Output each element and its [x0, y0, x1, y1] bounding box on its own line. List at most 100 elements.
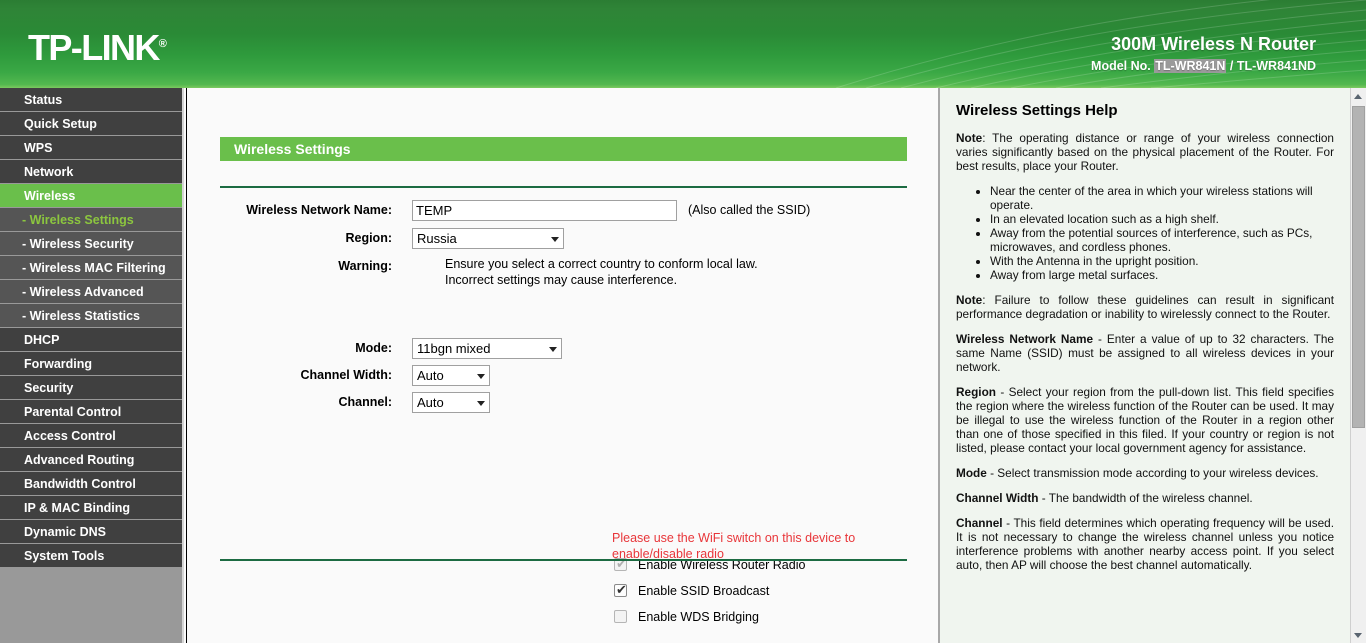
mode-select[interactable]: 11bgn mixed: [412, 338, 562, 359]
help-title: Wireless Settings Help: [956, 102, 1334, 119]
sidebar-item-quick-setup[interactable]: Quick Setup: [0, 112, 182, 136]
help-para-mode-text: - Select transmission mode according to …: [987, 466, 1319, 480]
registered-trademark-icon: ®: [159, 38, 167, 50]
model-suffix: / TL-WR841ND: [1226, 59, 1316, 73]
ssid-input[interactable]: [412, 200, 677, 221]
help-para-mode-term: Mode: [956, 466, 987, 480]
channel-width-select-value: Auto: [417, 368, 444, 383]
sidebar-item-wireless-statistics[interactable]: - Wireless Statistics: [0, 304, 182, 328]
channel-width-select-wrap: Auto: [412, 365, 490, 386]
sidebar-item-bandwidth-control[interactable]: Bandwidth Control: [0, 472, 182, 496]
page-scrollbar[interactable]: [1350, 88, 1366, 643]
sidebar-item-network[interactable]: Network: [0, 160, 182, 184]
help-note-1-label: Note: [956, 131, 982, 145]
main-content-panel: Wireless Settings Wireless Network Name:…: [186, 88, 936, 643]
help-para-channel-text: - This field determines which operating …: [956, 516, 1334, 572]
field-row-region: Region: Russia: [220, 228, 907, 250]
help-bullet-item: Away from large metal surfaces.: [990, 268, 1334, 282]
sidebar-item-forwarding[interactable]: Forwarding: [0, 352, 182, 376]
help-para-channel-term: Channel: [956, 516, 1003, 530]
sidebar-item-wireless-security[interactable]: - Wireless Security: [0, 232, 182, 256]
help-para-region: Region - Select your region from the pul…: [956, 385, 1334, 455]
chevron-down-icon: [551, 237, 559, 242]
mode-select-wrap: 11bgn mixed: [412, 338, 562, 359]
help-bullet-item: In an elevated location such as a high s…: [990, 212, 1334, 226]
sidebar-item-wireless-mac-filtering[interactable]: - Wireless MAC Filtering: [0, 256, 182, 280]
help-note-1: Note: The operating distance or range of…: [956, 131, 1334, 173]
channel-width-select[interactable]: Auto: [412, 365, 490, 386]
help-bullet-item: With the Antenna in the upright position…: [990, 254, 1334, 268]
region-select-wrap: Russia: [412, 228, 564, 249]
help-para-channel-width: Channel Width - The bandwidth of the wir…: [956, 491, 1334, 505]
ssid-input-wrap: [412, 200, 677, 221]
tp-link-logo: TP-LINK®: [28, 30, 167, 66]
warning-text-line1: Ensure you select a correct country to c…: [445, 256, 758, 272]
help-note-2-text: : Failure to follow these guidelines can…: [956, 293, 1334, 321]
help-note-1-text: : The operating distance or range of you…: [956, 131, 1334, 173]
scrollbar-thumb[interactable]: [1352, 106, 1365, 428]
sidebar-item-security[interactable]: Security: [0, 376, 182, 400]
help-note-2: Note: Failure to follow these guidelines…: [956, 293, 1334, 321]
model-prefix: Model No.: [1091, 59, 1151, 73]
help-para-channel-width-text: - The bandwidth of the wireless channel.: [1038, 491, 1252, 505]
logo-wordmark: TP-LINK: [28, 27, 159, 68]
sidebar-item-wireless-advanced[interactable]: - Wireless Advanced: [0, 280, 182, 304]
region-select[interactable]: Russia: [412, 228, 564, 249]
field-row-channel: Channel: Auto: [220, 392, 907, 414]
field-row-ssid: Wireless Network Name: (Also called the …: [220, 200, 907, 222]
chevron-down-icon: [477, 374, 485, 379]
help-para-channel: Channel - This field determines which op…: [956, 516, 1334, 572]
chevron-down-icon: [477, 401, 485, 406]
sidebar-item-parental-control[interactable]: Parental Control: [0, 400, 182, 424]
sidebar-item-wps[interactable]: WPS: [0, 136, 182, 160]
channel-select[interactable]: Auto: [412, 392, 490, 413]
sidebar-item-wireless-settings[interactable]: - Wireless Settings: [0, 208, 182, 232]
sidebar-item-ip-mac-binding[interactable]: IP & MAC Binding: [0, 496, 182, 520]
triangle-down-icon: [1354, 633, 1362, 638]
divider-top: [220, 186, 907, 188]
checkbox-label: Enable WDS Bridging: [638, 608, 759, 626]
sidebar-item-wireless[interactable]: Wireless: [0, 184, 182, 208]
region-select-value: Russia: [417, 231, 457, 246]
field-row-mode: Mode: 11bgn mixed: [220, 338, 907, 360]
help-para-region-term: Region: [956, 385, 996, 399]
help-note-2-label: Note: [956, 293, 982, 307]
channel-label: Channel:: [220, 392, 392, 412]
page-title: Wireless Settings: [220, 137, 907, 161]
checkbox-label: Enable SSID Broadcast: [638, 582, 769, 600]
checkbox-enable-wds-bridging: [614, 610, 627, 623]
sidebar-item-advanced-routing[interactable]: Advanced Routing: [0, 448, 182, 472]
field-row-warning: Warning: Ensure you select a correct cou…: [220, 256, 907, 278]
triangle-up-icon: [1354, 94, 1362, 99]
sidebar-item-dynamic-dns[interactable]: Dynamic DNS: [0, 520, 182, 544]
checkmark-icon: ✔: [616, 583, 627, 597]
header-product-info: 300M Wireless N Router Model No. TL-WR84…: [1091, 33, 1316, 73]
help-para-ssid-term: Wireless Network Name: [956, 332, 1093, 346]
ssid-label: Wireless Network Name:: [220, 200, 392, 220]
channel-select-wrap: Auto: [412, 392, 490, 413]
help-bullet-item: Away from the potential sources of inter…: [990, 226, 1334, 254]
help-para-mode: Mode - Select transmission mode accordin…: [956, 466, 1334, 480]
help-bullet-item: Near the center of the area in which you…: [990, 184, 1334, 212]
scrollbar-down-button[interactable]: [1351, 627, 1366, 643]
mode-label: Mode:: [220, 338, 392, 358]
sidebar-item-dhcp[interactable]: DHCP: [0, 328, 182, 352]
warning-text-line2: Incorrect settings may cause interferenc…: [445, 272, 677, 288]
help-panel: Wireless Settings Help Note: The operati…: [938, 88, 1350, 643]
sidebar-item-access-control[interactable]: Access Control: [0, 424, 182, 448]
ssid-hint: (Also called the SSID): [688, 200, 810, 220]
channel-select-value: Auto: [417, 395, 444, 410]
warning-label: Warning:: [220, 256, 392, 276]
checkbox-enable-ssid-broadcast[interactable]: ✔: [614, 584, 627, 597]
help-para-channel-width-term: Channel Width: [956, 491, 1038, 505]
sidebar-item-status[interactable]: Status: [0, 88, 182, 112]
help-bullet-list: Near the center of the area in which you…: [956, 184, 1334, 282]
channel-width-label: Channel Width:: [220, 365, 392, 385]
field-row-channel-width: Channel Width: Auto: [220, 365, 907, 387]
product-name: 300M Wireless N Router: [1091, 33, 1316, 56]
divider-bottom: [220, 559, 907, 561]
scrollbar-up-button[interactable]: [1351, 88, 1366, 104]
sidebar-item-system-tools[interactable]: System Tools: [0, 544, 182, 568]
model-number-highlighted: TL-WR841N: [1154, 59, 1226, 73]
region-label: Region:: [220, 228, 392, 248]
